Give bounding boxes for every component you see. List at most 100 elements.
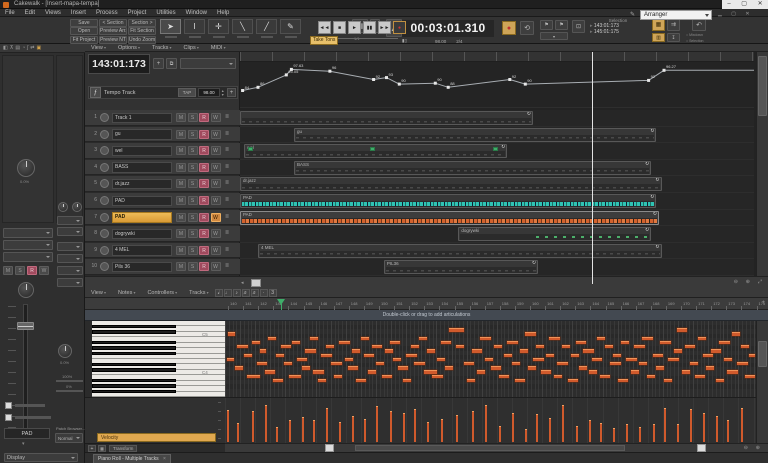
tempo-track-header[interactable]: ƒ Tempo Track TAP 98.00 ▲▼ +	[88, 86, 238, 99]
midi-note[interactable]	[477, 370, 485, 373]
midi-note[interactable]	[682, 370, 690, 373]
tv-menu-view[interactable]: View	[85, 45, 112, 51]
checkbox-1[interactable]	[5, 402, 12, 409]
track-header-7[interactable]: 7PADMSRW≣	[85, 210, 240, 226]
pin-icon[interactable]: ⊼	[10, 45, 14, 51]
menu-insert[interactable]: Insert	[66, 10, 91, 16]
arm-button[interactable]: R	[199, 229, 209, 238]
prv-zoom-out-icon[interactable]: ⊖	[744, 445, 748, 451]
midi-note[interactable]	[244, 354, 252, 357]
midi-note[interactable]	[273, 379, 284, 382]
mute-button[interactable]: M	[3, 266, 13, 275]
midi-note[interactable]	[605, 345, 613, 348]
now-time-readout[interactable]: 143:01:173	[88, 54, 150, 74]
midi-note[interactable]	[297, 358, 308, 361]
solo-button[interactable]: S	[15, 266, 25, 275]
velocity-stem[interactable]	[664, 408, 666, 442]
add-track-button[interactable]: +	[153, 58, 164, 69]
midi-note[interactable]	[432, 375, 443, 378]
midi-note[interactable]	[642, 337, 653, 340]
inspector-track-name[interactable]: PAD	[4, 428, 50, 439]
track-header-10[interactable]: 10Pils 36MSRW≣	[85, 259, 240, 275]
midi-note[interactable]	[372, 345, 383, 348]
midi-note[interactable]	[321, 354, 332, 357]
marker-combo[interactable]: ▾	[540, 32, 568, 40]
tempo-spinner[interactable]: ▲▼	[221, 89, 226, 97]
scroll-grip-2[interactable]	[697, 444, 706, 452]
pan-knob-2[interactable]	[58, 344, 72, 358]
track-header-8[interactable]: 8dogrywkiMSRW≣	[85, 226, 240, 242]
black-key[interactable]	[92, 325, 176, 328]
velocity-stem[interactable]	[727, 420, 729, 442]
solo-button[interactable]: S	[188, 196, 198, 205]
midi-note[interactable]	[376, 362, 384, 365]
midi-note[interactable]	[480, 337, 491, 340]
clip[interactable]: dr.jazz↻	[240, 177, 662, 191]
midi-note[interactable]	[711, 349, 722, 352]
slider-b[interactable]	[56, 390, 83, 392]
track-header-4[interactable]: 4BASSMSRW≣	[85, 160, 240, 176]
input-echo-icon[interactable]: ≣	[225, 180, 229, 186]
sends-icon[interactable]: ⇄	[30, 45, 34, 51]
midi-note[interactable]	[727, 370, 738, 373]
play-button[interactable]: ►	[348, 21, 361, 34]
velocity-stem[interactable]	[227, 410, 229, 442]
midi-note[interactable]	[382, 375, 393, 378]
add-tempo-node-button[interactable]: +	[227, 88, 236, 97]
midi-note[interactable]	[536, 345, 544, 348]
midi-note[interactable]	[571, 354, 579, 357]
solo-button[interactable]: S	[188, 113, 198, 122]
midi-note[interactable]	[664, 379, 672, 382]
write-button[interactable]: W	[211, 179, 221, 188]
zoom-in-icon[interactable]: ⊕	[746, 279, 750, 285]
midi-note[interactable]	[345, 358, 353, 361]
scroll-grip-1[interactable]	[325, 444, 334, 452]
tap-tempo-button[interactable]: TAP	[178, 88, 196, 97]
selection-to[interactable]: ▸ 145:01:175	[590, 29, 646, 35]
menu-process[interactable]: Process	[91, 10, 123, 16]
toolbar-button-fit-section[interactable]: Fit Section	[128, 27, 156, 35]
midi-note[interactable]	[653, 354, 664, 357]
midi-note[interactable]	[698, 337, 706, 340]
mute-button[interactable]: M	[176, 229, 186, 238]
send-tool-button[interactable]: ⇉	[667, 19, 680, 31]
velocity-stem[interactable]	[313, 420, 315, 442]
menu-window[interactable]: Window	[181, 10, 212, 16]
midi-note[interactable]	[411, 345, 419, 348]
mute-button[interactable]: M	[176, 130, 186, 139]
midi-note[interactable]	[437, 358, 445, 361]
track-header-3[interactable]: 3welMSRW≣	[85, 143, 240, 159]
midi-note[interactable]	[541, 370, 552, 373]
midi-note[interactable]	[485, 358, 493, 361]
checkbox-2[interactable]	[5, 414, 12, 421]
pause-button[interactable]: ▮▮	[363, 21, 376, 34]
midi-note[interactable]	[235, 366, 244, 369]
midi-note[interactable]	[631, 370, 639, 373]
toolbar-button---section[interactable]: < Section	[99, 19, 127, 27]
velocity-stem[interactable]	[716, 416, 718, 442]
midi-note[interactable]	[690, 362, 698, 365]
midi-note[interactable]	[265, 370, 276, 373]
track-name-field[interactable]: Track 1	[112, 113, 172, 124]
midi-note[interactable]	[414, 362, 425, 365]
velocity-stem[interactable]	[441, 419, 443, 442]
mute-button[interactable]: M	[176, 113, 186, 122]
black-key[interactable]	[92, 379, 176, 382]
midi-note[interactable]	[364, 354, 375, 357]
timeline-ruler[interactable]	[240, 52, 754, 62]
midi-note[interactable]	[227, 358, 234, 361]
solo-button[interactable]: S	[188, 179, 198, 188]
midi-note[interactable]	[724, 358, 732, 361]
midi-note[interactable]	[456, 345, 464, 348]
midi-note[interactable]	[310, 337, 318, 340]
prv-menu-tracks[interactable]: Tracks	[183, 290, 214, 296]
prv-hscrollbar[interactable]: ⊖ ⊕	[225, 443, 768, 452]
clip-lane-8[interactable]: dogrywki↻	[240, 226, 754, 243]
velocity-stem[interactable]	[456, 415, 458, 442]
smart-tool-icon[interactable]: ➤	[160, 19, 181, 34]
velocity-stem[interactable]	[339, 422, 341, 442]
midi-note[interactable]	[576, 341, 587, 344]
tab-piano-roll[interactable]: Piano Roll - Multiple Tracks ×	[93, 454, 171, 463]
menu-views[interactable]: Views	[40, 10, 66, 16]
midi-note[interactable]	[398, 366, 409, 369]
